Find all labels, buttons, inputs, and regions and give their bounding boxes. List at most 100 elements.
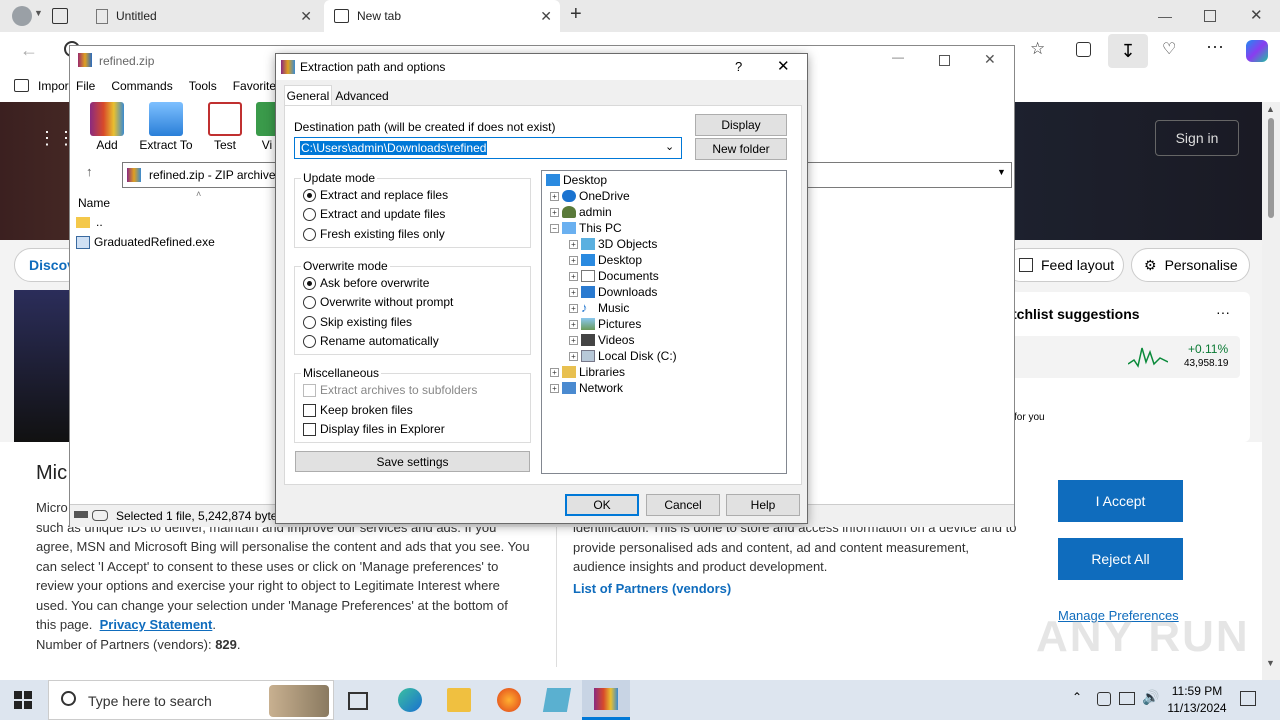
- radio-fresh-existing[interactable]: Fresh existing files only: [303, 227, 445, 241]
- menu-tools[interactable]: Tools: [189, 79, 217, 93]
- help-button[interactable]: Help: [726, 494, 800, 516]
- close-tab-icon[interactable]: ✕: [300, 8, 312, 25]
- tree-node-desktop[interactable]: Desktop: [546, 173, 607, 187]
- feed-layout-button[interactable]: Feed layout: [1004, 248, 1124, 282]
- cancel-button[interactable]: Cancel: [646, 494, 720, 516]
- expand-icon[interactable]: +: [569, 319, 578, 329]
- tab-untitled[interactable]: Untitled ✕: [86, 0, 320, 32]
- add-button[interactable]: Add: [86, 102, 128, 152]
- collections-icon[interactable]: [1076, 42, 1091, 57]
- firefox-icon[interactable]: [497, 688, 521, 712]
- notepad-app-icon[interactable]: [542, 688, 572, 712]
- close-tab-icon[interactable]: ✕: [540, 8, 552, 25]
- stock-row[interactable]: +0.11% 43,958.19: [1012, 336, 1240, 378]
- radio-unselected[interactable]: [303, 295, 316, 309]
- back-icon[interactable]: ←: [20, 40, 38, 61]
- tree-node-local-disk[interactable]: + Local Disk (C:): [569, 349, 677, 363]
- winrar-maximize-icon[interactable]: [939, 55, 950, 66]
- tab-advanced[interactable]: Advanced: [334, 88, 390, 104]
- volume-icon[interactable]: 🔊: [1142, 689, 1159, 706]
- menu-file[interactable]: File: [76, 79, 95, 93]
- reject-all-button[interactable]: Reject All: [1058, 538, 1183, 580]
- radio-overwrite-without-prompt[interactable]: Overwrite without prompt: [303, 295, 453, 309]
- tree-node-3d-objects[interactable]: +3D Objects: [569, 237, 657, 251]
- tree-node-pictures[interactable]: + Pictures: [569, 317, 641, 331]
- personalise-button[interactable]: ⚙ Personalise: [1131, 248, 1250, 282]
- notifications-icon[interactable]: [1240, 691, 1256, 706]
- up-folder-icon[interactable]: ↑: [86, 164, 93, 179]
- tab-actions-icon[interactable]: [52, 8, 68, 24]
- expand-icon[interactable]: +: [569, 303, 578, 313]
- close-window-icon[interactable]: ✕: [1250, 6, 1263, 24]
- downloads-icon[interactable]: ↧: [1108, 34, 1148, 68]
- winrar-close-icon[interactable]: ✕: [984, 51, 996, 68]
- expand-icon[interactable]: +: [550, 207, 559, 217]
- tree-node-desktop-pc[interactable]: + Desktop: [569, 253, 642, 267]
- tree-node-network[interactable]: + Network: [550, 381, 623, 395]
- tree-node-documents[interactable]: + Documents: [569, 269, 659, 283]
- scroll-up-icon[interactable]: ▲: [1266, 104, 1275, 114]
- task-view-icon[interactable]: [348, 692, 368, 710]
- path-dropdown-icon[interactable]: ▼: [997, 167, 1006, 177]
- profile-chevron-icon[interactable]: ▼: [34, 8, 43, 18]
- list-item[interactable]: GraduatedRefined.exe: [76, 235, 215, 249]
- checkbox-display-explorer[interactable]: Display files in Explorer: [303, 422, 445, 436]
- radio-selected[interactable]: [303, 276, 316, 290]
- extract-to-button[interactable]: Extract To: [138, 102, 194, 152]
- folder-tree[interactable]: Desktop + OneDrive + admin − This PC +3D Ob…: [541, 170, 787, 474]
- expand-icon[interactable]: +: [569, 287, 578, 297]
- network-tray-icon[interactable]: [1119, 692, 1135, 705]
- dialog-close-icon[interactable]: ✕: [777, 57, 790, 75]
- expand-icon[interactable]: +: [569, 239, 578, 249]
- expand-icon[interactable]: +: [569, 255, 578, 265]
- more-icon[interactable]: ⋯: [1206, 37, 1224, 58]
- expand-icon[interactable]: +: [550, 191, 559, 201]
- radio-selected[interactable]: [303, 188, 316, 202]
- radio-unselected[interactable]: [303, 315, 316, 329]
- clock-date[interactable]: 11/13/2024: [1164, 701, 1230, 715]
- tray-app-icon[interactable]: [1097, 692, 1111, 706]
- page-scrollbar[interactable]: ▲ ▼: [1262, 102, 1280, 680]
- tree-node-onedrive[interactable]: + OneDrive: [550, 189, 630, 203]
- accept-button[interactable]: I Accept: [1058, 480, 1183, 522]
- test-button[interactable]: Test: [204, 102, 246, 152]
- winrar-taskbar-button[interactable]: [582, 680, 630, 720]
- new-tab-icon[interactable]: +: [570, 3, 582, 26]
- expand-icon[interactable]: +: [550, 383, 559, 393]
- taskbar-search-box[interactable]: Type here to search: [48, 680, 334, 720]
- clock-time[interactable]: 11:59 PM: [1171, 684, 1223, 698]
- radio-ask-before[interactable]: Ask before overwrite: [303, 276, 429, 290]
- new-folder-button[interactable]: New folder: [695, 138, 787, 160]
- expand-icon[interactable]: +: [550, 367, 559, 377]
- radio-unselected[interactable]: [303, 227, 316, 241]
- file-explorer-icon[interactable]: [447, 688, 471, 712]
- expand-icon[interactable]: +: [569, 271, 578, 281]
- tree-node-music[interactable]: + ♪ Music: [569, 301, 629, 315]
- tree-node-admin[interactable]: + admin: [550, 205, 612, 219]
- expand-icon[interactable]: +: [569, 335, 578, 345]
- start-windows-icon[interactable]: [14, 691, 32, 709]
- expand-icon[interactable]: +: [569, 351, 578, 361]
- tab-general[interactable]: General: [284, 85, 332, 106]
- checkbox-unchecked[interactable]: [303, 422, 316, 436]
- radio-skip-existing[interactable]: Skip existing files: [303, 315, 412, 329]
- tray-chevron-up-icon[interactable]: ⌃: [1072, 690, 1082, 704]
- radio-rename-auto[interactable]: Rename automatically: [303, 334, 439, 348]
- profile-avatar[interactable]: [12, 6, 32, 26]
- tab-new-tab[interactable]: New tab ✕: [324, 0, 560, 32]
- sign-in-button[interactable]: Sign in: [1155, 120, 1239, 156]
- tree-node-videos[interactable]: + Videos: [569, 333, 634, 347]
- winrar-minimize-icon[interactable]: —: [892, 50, 904, 64]
- display-button[interactable]: Display: [695, 114, 787, 136]
- dialog-help-icon[interactable]: ?: [735, 59, 742, 74]
- menu-commands[interactable]: Commands: [111, 79, 172, 93]
- checkbox-keep-broken[interactable]: Keep broken files: [303, 403, 413, 417]
- list-item[interactable]: ..: [76, 215, 103, 229]
- scroll-thumb[interactable]: [1268, 118, 1274, 218]
- radio-unselected[interactable]: [303, 207, 316, 221]
- radio-extract-update[interactable]: Extract and update files: [303, 207, 445, 221]
- list-of-partners-link[interactable]: List of Partners (vendors): [573, 581, 731, 596]
- tree-node-downloads[interactable]: + Downloads: [569, 285, 657, 299]
- checkbox-unchecked[interactable]: [303, 403, 316, 417]
- minimize-icon[interactable]: —: [1158, 8, 1172, 24]
